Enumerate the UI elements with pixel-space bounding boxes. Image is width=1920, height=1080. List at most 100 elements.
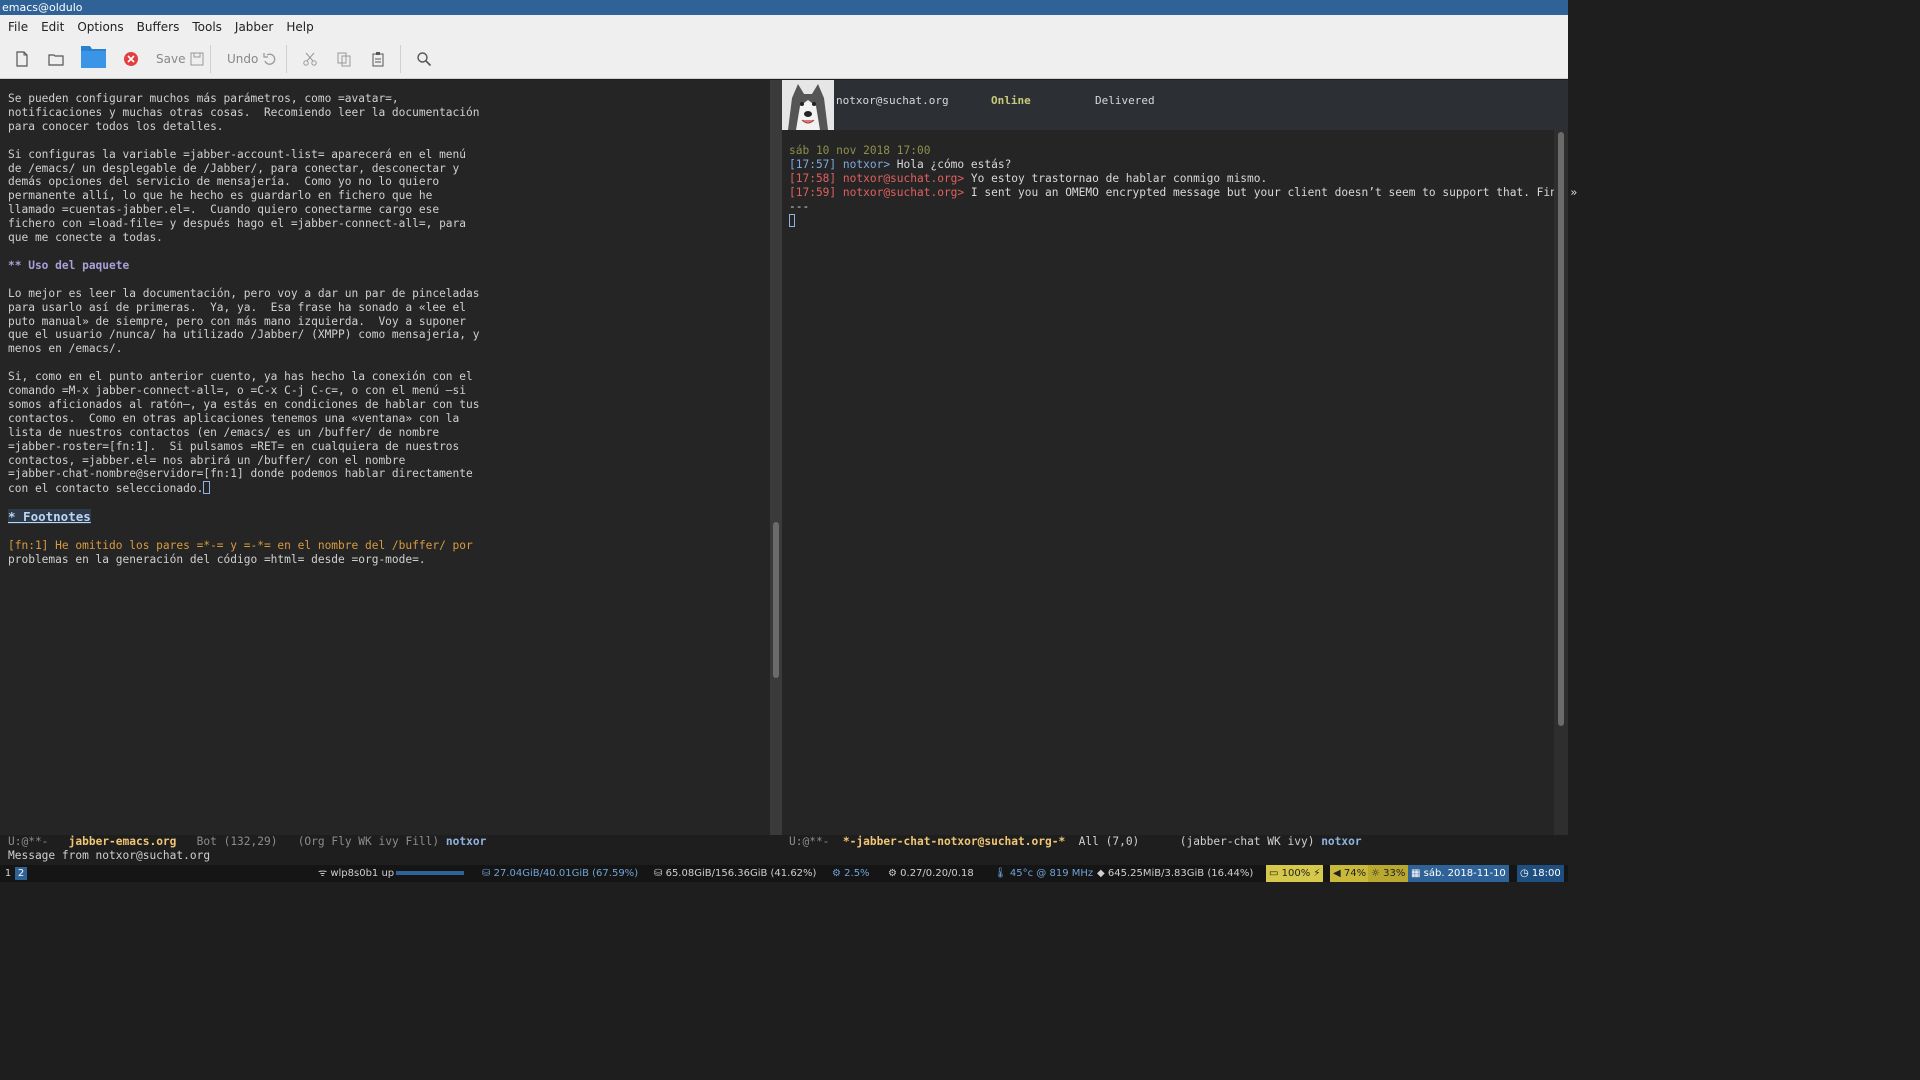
text-line: somos aficionados al ratón—, ya estás en… [8, 397, 480, 411]
cpu-usage: ⚙ 2.5% [832, 868, 870, 879]
menu-buffers[interactable]: Buffers [137, 20, 180, 34]
text-line: Lo mejor es leer la documentación, pero … [8, 286, 480, 300]
brightness-icon: ☼ [1371, 868, 1380, 879]
text-line: Si, como en el punto anterior cuento, ya… [8, 370, 473, 384]
text-line: con el contacto seleccionado. [8, 482, 204, 496]
chat-contact-jid: notxor@suchat.org [836, 94, 949, 107]
right-buffer-name[interactable]: *-jabber-chat-notxor@suchat.org-* [843, 835, 1065, 848]
network-status: ᯤ wlp8s0b1 up [318, 865, 465, 882]
memory-usage: ◆ 645.25MiB/3.83GiB (16.44%) [1097, 868, 1254, 879]
contact-avatar [782, 80, 834, 130]
chat-message: [17:59] notxor@suchat.org> I sent you an… [789, 185, 1578, 199]
close-buffer-button[interactable] [123, 48, 139, 70]
clock-display: ◷ 18:00 [1517, 865, 1564, 882]
text-line: para conocer todos los detalles. [8, 119, 224, 133]
calendar-icon: ▦ [1411, 868, 1421, 879]
copy-button[interactable] [336, 48, 352, 70]
paste-icon [372, 52, 384, 67]
text-line: que el usuario /nunca/ ha utilizado /Jab… [8, 328, 480, 342]
delivery-receipt: Delivered [1095, 94, 1155, 107]
temperature: 🌡 45°c @ 819 MHz [994, 868, 1094, 879]
menu-options[interactable]: Options [77, 20, 123, 34]
text-line: =jabber-chat-nombre@servidor=[fn:1] dond… [8, 467, 473, 481]
menu-bar: File Edit Options Buffers Tools Jabber H… [0, 15, 1568, 39]
jabber-chat-window[interactable]: notxor@suchat.org Online Delivered sáb 1… [782, 80, 1577, 835]
disk-icon: ⛁ [654, 868, 663, 879]
thermometer-icon: 🌡 [994, 868, 1007, 879]
save-icon [190, 52, 204, 66]
text-line: menos en /emacs/. [8, 342, 123, 356]
volume-status: ◀ 74% [1330, 865, 1370, 882]
right-scrollbar[interactable] [1554, 130, 1568, 835]
load-average: ⚙ 0.27/0.20/0.18 [888, 868, 974, 879]
footnotes-heading: * Footnotes [8, 509, 91, 525]
right-mode-line: U:@**- *-jabber-chat-notxor@suchat.org-*… [782, 835, 1568, 849]
footnote-line: [fn:1] He omitido los pares =*-= y =-*= … [8, 539, 473, 552]
disk-root: ⛁ 27.04GiB/40.01GiB (67.59%) [482, 868, 639, 879]
disk-home: ⛁ 65.08GiB/156.36GiB (41.62%) [654, 868, 817, 879]
undo-button[interactable]: Undo [227, 48, 278, 70]
chat-message: [17:58] notxor@suchat.org> Yo estoy tras… [789, 171, 1268, 185]
text-cursor [203, 481, 211, 495]
text-line: =jabber-roster=[fn:1]. Si pulsamos =RET=… [8, 439, 460, 453]
text-line: notificaciones y muchas otras cosas. Rec… [8, 105, 480, 119]
chat-separator: --- [789, 199, 810, 213]
text-line: fichero con =load-file= y después hago e… [8, 217, 467, 231]
disk-icon: ⛁ [482, 868, 491, 879]
date-display: ▦ sáb. 2018-11-10 [1408, 865, 1509, 882]
wifi-icon: ᯤ [318, 868, 328, 879]
plug-icon: ⚡ [1313, 868, 1321, 879]
cut-button[interactable] [302, 48, 318, 70]
cut-icon [303, 52, 317, 66]
text-line: problemas en la generación del código =h… [8, 552, 426, 566]
system-status-bar: 1 2 ᯤ wlp8s0b1 up ⛁ 27.04GiB/40.01GiB (6… [0, 865, 1568, 882]
text-line: contactos. Como en otras aplicaciones te… [8, 411, 460, 425]
search-icon [417, 52, 432, 67]
brightness-status: ☼ 33% [1368, 865, 1409, 882]
presence-status: Online [991, 94, 1031, 107]
menu-help[interactable]: Help [286, 20, 313, 34]
search-button[interactable] [416, 48, 432, 70]
close-icon [124, 52, 138, 66]
battery-status: ▭ 100% ⚡ [1266, 865, 1324, 882]
chat-header: notxor@suchat.org Online Delivered [782, 80, 1568, 130]
chat-log[interactable]: sáb 10 nov 2018 17:00 [17:57] notxor> Ho… [789, 144, 1577, 230]
battery-icon: ▭ [1269, 868, 1279, 879]
workspace-2[interactable]: 2 [15, 867, 27, 880]
speaker-icon: ◀ [1333, 868, 1341, 879]
window-title: emacs@oldulo [0, 0, 1568, 15]
text-line: contactos, =jabber.el= nos abrirá un /bu… [8, 453, 406, 467]
workspace-1[interactable]: 1 [2, 867, 14, 880]
org-buffer-text[interactable]: Se pueden configurar muchos más parámetr… [8, 92, 479, 567]
menu-jabber[interactable]: Jabber [235, 20, 273, 34]
left-buffer-name[interactable]: jabber-emacs.org [69, 835, 177, 848]
save-button[interactable]: Save [156, 48, 205, 70]
paste-button[interactable] [370, 48, 386, 70]
text-line: Se pueden configurar muchos más parámetr… [8, 92, 399, 105]
menu-edit[interactable]: Edit [41, 20, 64, 34]
open-file-button[interactable] [48, 48, 64, 70]
text-line: de /emacs/ un desplegable de /Jabber/, p… [8, 161, 460, 175]
load-icon: ⚙ [888, 868, 897, 879]
echo-area: Message from notxor@suchat.org [8, 849, 211, 862]
undo-label: Undo [227, 52, 259, 66]
cpu-icon: ⚙ [832, 868, 841, 879]
menu-tools[interactable]: Tools [192, 20, 222, 34]
open-directory-button[interactable] [80, 45, 107, 68]
text-line: Si configuras la variable =jabber-accoun… [8, 147, 467, 161]
chat-input-cursor[interactable] [789, 213, 795, 227]
new-file-icon [16, 51, 28, 67]
folder-icon [48, 54, 64, 66]
text-line: demás opciones del servicio de mensajerí… [8, 175, 440, 189]
right-scroll-thumb[interactable] [1558, 132, 1564, 726]
left-scroll-thumb[interactable] [773, 522, 779, 678]
menu-file[interactable]: File [8, 20, 28, 34]
left-scrollbar[interactable] [770, 80, 782, 835]
new-file-button[interactable] [14, 48, 30, 70]
chat-message: [17:57] notxor> Hola ¿cómo estás? [789, 157, 1012, 171]
text-line: llamado =cuentas-jabber.el=. Cuando quie… [8, 203, 440, 217]
org-buffer-window[interactable]: Se pueden configurar muchos más parámetr… [0, 80, 770, 835]
section-heading: ** Uso del paquete [8, 258, 130, 272]
toolbar: Save Undo [0, 39, 1568, 79]
chat-date: sáb 10 nov 2018 17:00 [789, 144, 931, 157]
